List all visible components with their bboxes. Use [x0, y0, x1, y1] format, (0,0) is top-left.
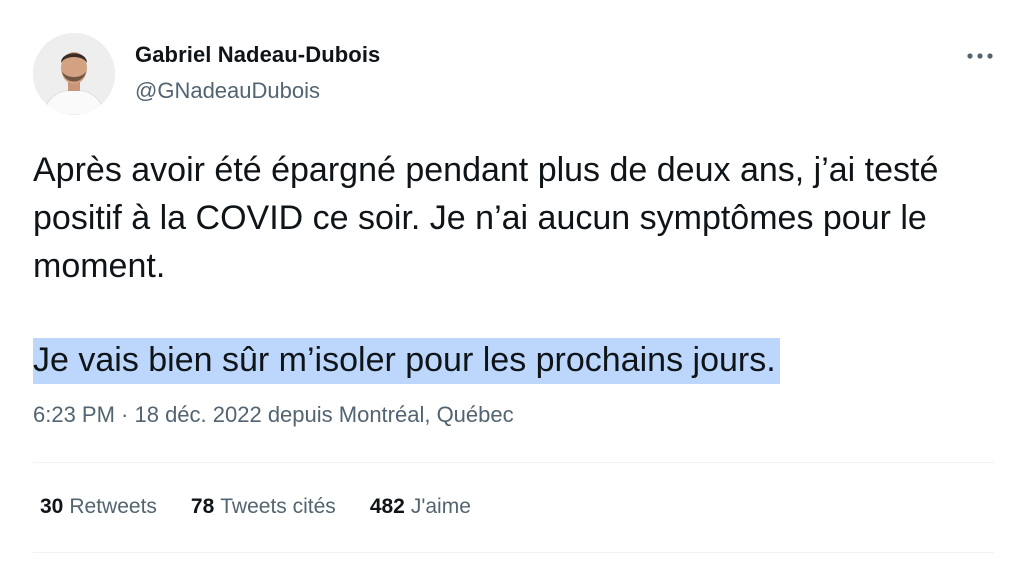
quote-tweets-stat[interactable]: 78 Tweets cités [191, 495, 336, 519]
more-horizontal-icon[interactable] [966, 48, 994, 64]
quote-tweets-label: Tweets cités [220, 495, 336, 518]
likes-count: 482 [369, 495, 405, 518]
tweet-paragraph-1: Après avoir été épargné pendant plus de … [33, 151, 939, 285]
tweet-stats: 30 Retweets 78 Tweets cités 482 J'aime [40, 495, 471, 519]
author-handle[interactable]: @GNadeauDubois [135, 78, 320, 104]
retweets-stat[interactable]: 30 Retweets [40, 495, 157, 519]
likes-label: J'aime [410, 495, 471, 518]
quote-tweets-count: 78 [190, 495, 215, 518]
author-name[interactable]: Gabriel Nadeau-Dubois [135, 42, 380, 68]
retweets-label: Retweets [69, 495, 157, 518]
tweet-paragraph-2: Je vais bien sûr m’isoler pour les proch… [33, 336, 973, 384]
likes-stat[interactable]: 482 J'aime [370, 495, 471, 519]
tweet-card: Gabriel Nadeau-Dubois @GNadeauDubois Apr… [0, 0, 1032, 564]
avatar[interactable] [33, 33, 115, 115]
selected-text: Je vais bien sûr m’isoler pour les proch… [33, 338, 780, 384]
retweets-count: 30 [40, 495, 64, 518]
tweet-text: Après avoir été épargné pendant plus de … [33, 146, 973, 384]
tweet-timestamp[interactable]: 6:23 PM · 18 déc. 2022 depuis Montréal, … [33, 402, 514, 428]
divider [33, 552, 994, 553]
divider [33, 462, 994, 463]
